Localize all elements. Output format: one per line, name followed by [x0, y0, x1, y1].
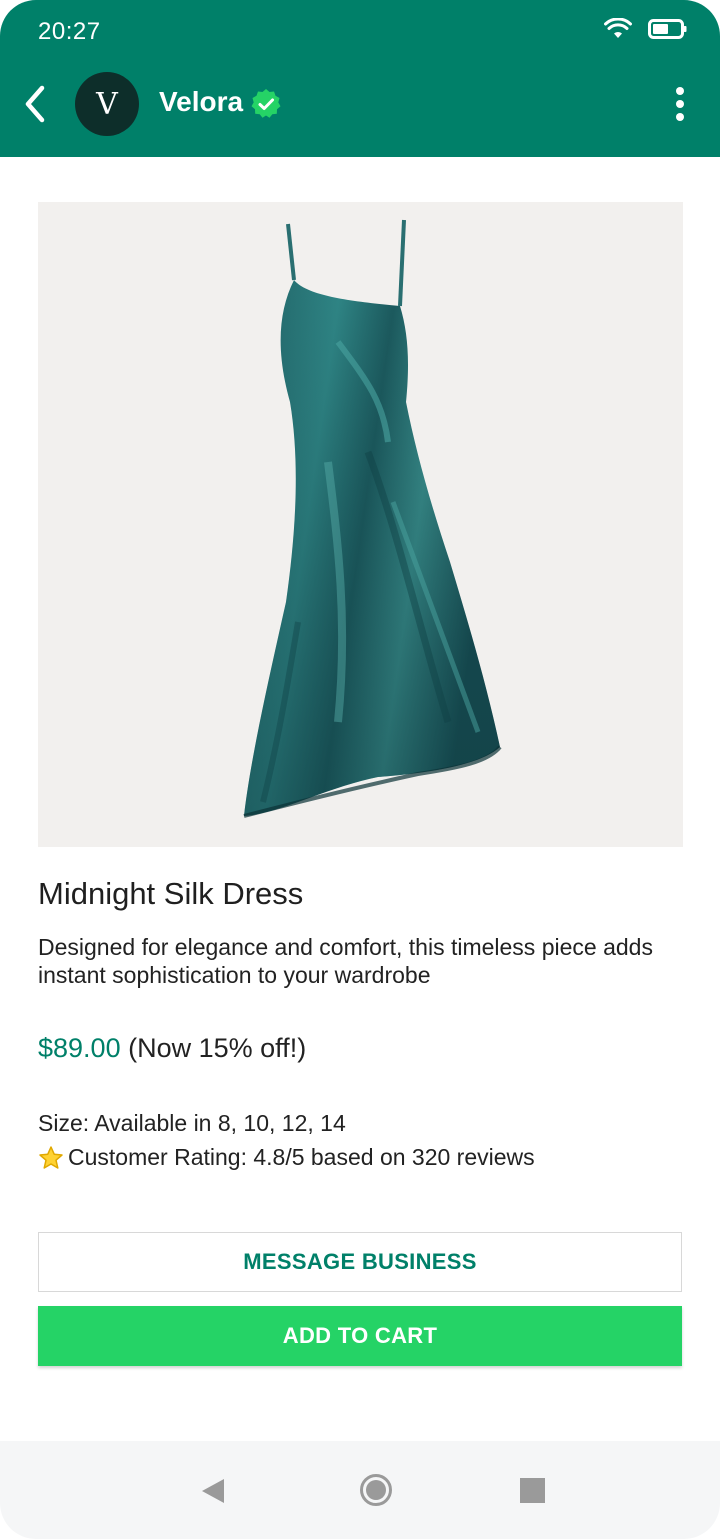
avatar-letter: V [96, 86, 118, 122]
status-icons [604, 18, 688, 40]
dress-illustration [243, 219, 502, 818]
discount-note: (Now 15% off!) [128, 1033, 307, 1063]
product-price: $89.00 [38, 1033, 121, 1063]
wifi-icon [604, 18, 632, 38]
nav-recents-icon[interactable] [520, 1478, 545, 1503]
product-image[interactable] [38, 202, 683, 847]
system-nav-bar [0, 1441, 720, 1539]
business-name[interactable]: Velora [159, 86, 243, 118]
nav-home-icon[interactable] [359, 1473, 393, 1507]
status-time: 20:27 [38, 18, 101, 45]
battery-icon [648, 19, 687, 39]
product-title: Midnight Silk Dress [38, 876, 304, 911]
star-icon [39, 1145, 63, 1169]
product-description: Designed for elegance and comfort, this … [38, 934, 653, 988]
back-arrow-icon[interactable] [18, 82, 54, 126]
rating-info: Customer Rating: 4.8/5 based on 320 revi… [38, 1144, 535, 1171]
nav-back-icon[interactable] [200, 1477, 226, 1505]
price-line: $89.00 (Now 15% off!) [38, 1033, 306, 1064]
rating-text: Customer Rating: 4.8/5 based on 320 revi… [68, 1144, 535, 1170]
verified-badge-icon [251, 89, 281, 118]
chat-header: 20:27 V Velora [0, 0, 720, 157]
size-info: Size: Available in 8, 10, 12, 14 [38, 1110, 346, 1136]
add-to-cart-button[interactable]: ADD TO CART [38, 1306, 682, 1366]
message-business-button[interactable]: MESSAGE BUSINESS [38, 1232, 682, 1292]
business-avatar[interactable]: V [75, 72, 139, 136]
phone-screen: 20:27 V Velora Midnight Silk Dress Desig… [0, 0, 720, 1539]
more-vert-icon[interactable] [674, 86, 686, 122]
